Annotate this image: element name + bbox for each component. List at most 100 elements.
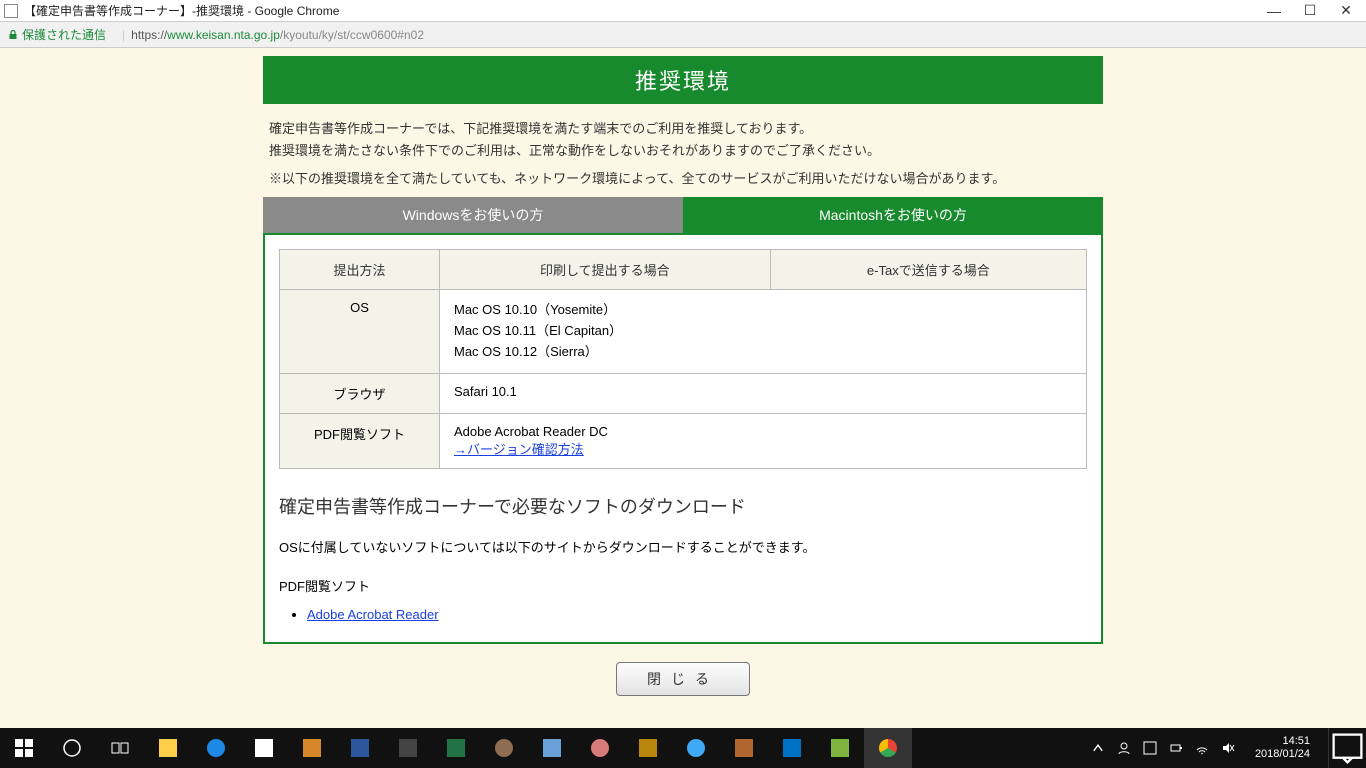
taskbar: 14:51 2018/01/24 (0, 728, 1366, 768)
close-button-wrap: 閉じる (263, 644, 1103, 714)
cortana-button[interactable] (48, 728, 96, 768)
taskbar-app-word[interactable] (336, 728, 384, 768)
separator: | (122, 28, 125, 42)
word-icon (351, 739, 369, 757)
row-pdf-value: Adobe Acrobat Reader DC →バージョン確認方法 (440, 413, 1087, 468)
pdf-val: Adobe Acrobat Reader DC (454, 424, 1072, 439)
taskbar-app-paint[interactable] (480, 728, 528, 768)
minimize-button[interactable]: — (1266, 3, 1282, 19)
people-icon[interactable] (1117, 741, 1131, 755)
folder-icon (159, 739, 177, 757)
page-banner: 推奨環境 (263, 56, 1103, 104)
power-icon[interactable] (1169, 741, 1183, 755)
address-bar: 保護された通信 | https://www.keisan.nta.go.jp/k… (0, 22, 1366, 48)
os-tabs: Windowsをお使いの方 Macintoshをお使いの方 (263, 197, 1103, 233)
lock-icon (8, 30, 18, 40)
page-viewport: 推奨環境 確定申告書等作成コーナーでは、下記推奨環境を満たす端末でのご利用を推奨… (0, 48, 1366, 728)
page-favicon (4, 4, 18, 18)
row-pdf: PDF閲覧ソフト Adobe Acrobat Reader DC →バージョン確… (280, 413, 1087, 468)
clock[interactable]: 14:51 2018/01/24 (1247, 735, 1318, 761)
taskbar-app-outlook[interactable] (768, 728, 816, 768)
taskview-icon (110, 738, 130, 758)
close-window-button[interactable]: ✕ (1338, 3, 1354, 19)
close-button[interactable]: 閉じる (616, 662, 750, 696)
app-icon (543, 739, 561, 757)
ie-icon (687, 739, 705, 757)
taskbar-app-generic1[interactable] (528, 728, 576, 768)
col-etax: e-Taxで送信する場合 (770, 250, 1086, 290)
taskbar-app-edge[interactable] (192, 728, 240, 768)
clock-date: 2018/01/24 (1255, 748, 1310, 761)
row-pdf-label: PDF閲覧ソフト (280, 413, 440, 468)
taskbar-app-generic5[interactable] (816, 728, 864, 768)
secure-indicator[interactable]: 保護された通信 (8, 26, 106, 43)
taskbar-app-generic2[interactable] (576, 728, 624, 768)
window-titlebar: 【確定申告書等作成コーナー】-推奨環境 - Google Chrome — ☐ … (0, 0, 1366, 22)
row-browser: ブラウザ Safari 10.1 (280, 373, 1087, 413)
taskbar-app-store[interactable] (384, 728, 432, 768)
download-heading: 確定申告書等作成コーナーで必要なソフトのダウンロード (279, 493, 1087, 519)
clock-time: 14:51 (1255, 735, 1310, 748)
spec-table: 提出方法 印刷して提出する場合 e-Taxで送信する場合 OS Mac OS 1… (279, 249, 1087, 468)
system-tray: 14:51 2018/01/24 (1081, 735, 1328, 761)
maximize-button[interactable]: ☐ (1302, 3, 1318, 19)
os-val1: Mac OS 10.10（Yosemite） (454, 300, 1072, 321)
tray-chevron-icon[interactable] (1091, 741, 1105, 755)
store-icon (399, 739, 417, 757)
download-text: OSに付属していないソフトについては以下のサイトからダウンロードすることができま… (279, 537, 1087, 556)
col-print: 印刷して提出する場合 (440, 250, 771, 290)
table-header-row: 提出方法 印刷して提出する場合 e-Taxで送信する場合 (280, 250, 1087, 290)
taskbar-icons (0, 728, 912, 768)
app-icon (639, 739, 657, 757)
app-icon (831, 739, 849, 757)
taskbar-app-mail[interactable] (240, 728, 288, 768)
app-icon (735, 739, 753, 757)
intro-line1: 確定申告書等作成コーナーでは、下記推奨環境を満たす端末でのご利用を推奨しておりま… (269, 118, 1097, 140)
row-browser-value: Safari 10.1 (440, 373, 1087, 413)
os-val2: Mac OS 10.11（El Capitan） (454, 321, 1072, 342)
taskbar-app-explorer[interactable] (144, 728, 192, 768)
ime-icon[interactable] (1143, 741, 1157, 755)
excel-icon (447, 739, 465, 757)
taskbar-app-chrome[interactable] (864, 728, 912, 768)
paint-icon (495, 739, 513, 757)
row-browser-label: ブラウザ (280, 373, 440, 413)
url-prefix: https:// (131, 28, 167, 42)
edge-icon (207, 739, 225, 757)
note-text: ※以下の推奨環境を全て満たしていても、ネットワーク環境によって、全てのサービスが… (263, 168, 1103, 197)
circle-icon (62, 738, 82, 758)
taskbar-app-excel[interactable] (432, 728, 480, 768)
chrome-icon (879, 739, 897, 757)
intro-line2: 推奨環境を満たさない条件下でのご利用は、正常な動作をしないおそれがありますのでご… (269, 140, 1097, 162)
taskbar-app-ie[interactable] (672, 728, 720, 768)
col-method: 提出方法 (280, 250, 440, 290)
url-path: /kyoutu/ky/st/ccw0600#n02 (280, 28, 424, 42)
pdf-version-link[interactable]: →バージョン確認方法 (454, 442, 584, 457)
taskbar-app-generic4[interactable] (720, 728, 768, 768)
spec-box: 提出方法 印刷して提出する場合 e-Taxで送信する場合 OS Mac OS 1… (263, 233, 1103, 643)
notification-button[interactable] (1328, 728, 1366, 768)
secure-label: 保護された通信 (22, 26, 106, 43)
volume-icon[interactable] (1221, 741, 1235, 755)
url-host: www.keisan.nta.go.jp (167, 28, 280, 42)
url-display[interactable]: https://www.keisan.nta.go.jp/kyoutu/ky/s… (131, 28, 424, 42)
task-view-button[interactable] (96, 728, 144, 768)
taskbar-app-folder[interactable] (288, 728, 336, 768)
row-os-value: Mac OS 10.10（Yosemite） Mac OS 10.11（El C… (440, 290, 1087, 373)
intro-text: 確定申告書等作成コーナーでは、下記推奨環境を満たす端末でのご利用を推奨しておりま… (263, 104, 1103, 168)
list-item: Adobe Acrobat Reader (307, 607, 1087, 622)
outlook-icon (783, 739, 801, 757)
row-os-label: OS (280, 290, 440, 373)
tab-windows[interactable]: Windowsをお使いの方 (263, 197, 683, 233)
wifi-icon[interactable] (1195, 741, 1209, 755)
tab-macintosh[interactable]: Macintoshをお使いの方 (683, 197, 1103, 233)
adobe-reader-link[interactable]: Adobe Acrobat Reader (307, 607, 439, 622)
download-sub: PDF閲覧ソフト (279, 576, 1087, 595)
start-button[interactable] (0, 728, 48, 768)
mail-icon (255, 739, 273, 757)
taskbar-app-generic3[interactable] (624, 728, 672, 768)
row-os: OS Mac OS 10.10（Yosemite） Mac OS 10.11（E… (280, 290, 1087, 373)
folder2-icon (303, 739, 321, 757)
download-list: Adobe Acrobat Reader (279, 607, 1087, 622)
os-val3: Mac OS 10.12（Sierra） (454, 342, 1072, 363)
